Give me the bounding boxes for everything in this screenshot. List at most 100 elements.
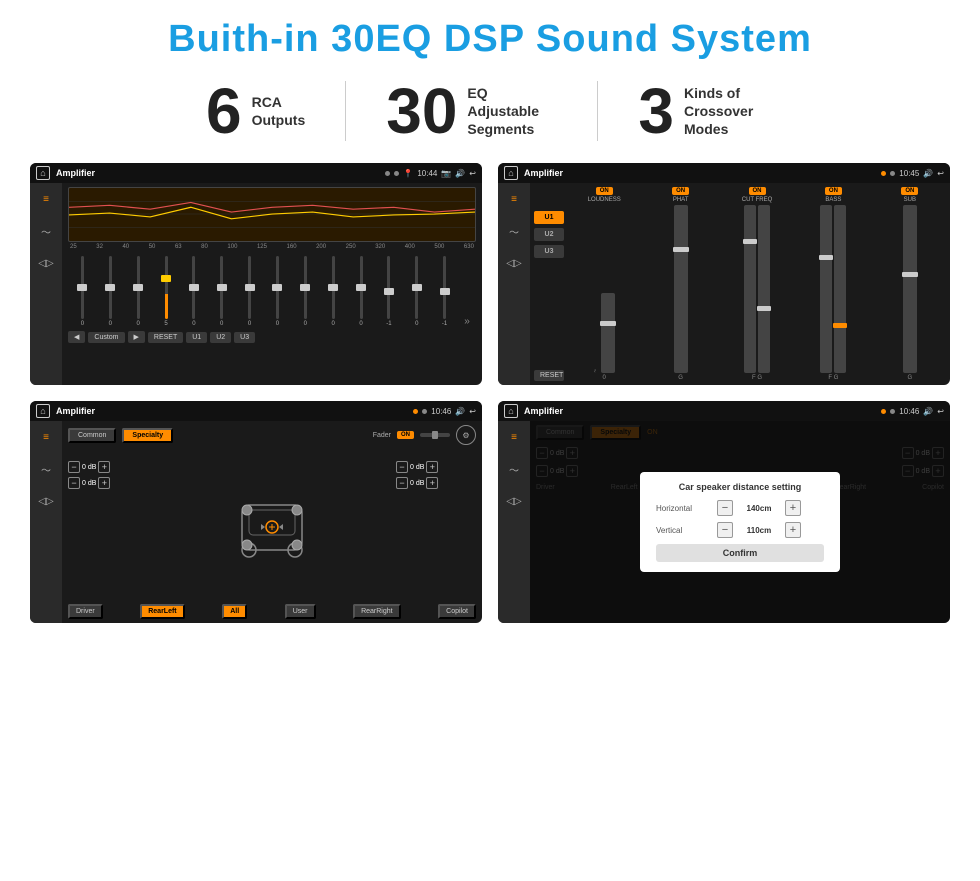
cross-sidebar-vol-icon[interactable]: ◁▷ bbox=[36, 491, 56, 511]
stat-crossover-text: Kinds ofCrossover Modes bbox=[684, 84, 774, 139]
user-btn[interactable]: User bbox=[285, 604, 316, 619]
spk-minus-1[interactable]: − bbox=[68, 461, 80, 473]
amp-dot2 bbox=[890, 171, 895, 176]
eq-u3-btn[interactable]: U3 bbox=[234, 332, 255, 343]
amp-reset-container: RESET bbox=[534, 368, 564, 381]
stat-rca: 6 RCAOutputs bbox=[166, 79, 345, 143]
amp-sub-label: SUB bbox=[904, 197, 916, 203]
amp-loudness-on[interactable]: ON bbox=[596, 187, 613, 195]
amp-bass-on[interactable]: ON bbox=[825, 187, 842, 195]
eq-time: 10:44 bbox=[417, 169, 437, 178]
screenshots-grid: ⌂ Amplifier 📍 10:44 📷 🔊 ↩ ≡ 〜 ◁▷ bbox=[30, 163, 950, 623]
cross-sidebar-eq-icon[interactable]: ≡ bbox=[36, 427, 56, 447]
cross-common-tab[interactable]: Common bbox=[68, 428, 116, 443]
cross-left-sidebar: ≡ 〜 ◁▷ bbox=[30, 421, 62, 623]
vertical-minus-btn[interactable]: − bbox=[717, 522, 733, 538]
amp-sidebar-vol-icon[interactable]: ◁▷ bbox=[504, 253, 524, 273]
dist-sidebar-eq-icon[interactable]: ≡ bbox=[504, 427, 524, 447]
cross-sidebar-wave-icon[interactable]: 〜 bbox=[36, 459, 56, 479]
amp-loudness-axis: ~ bbox=[593, 369, 599, 373]
eq-u1-btn[interactable]: U1 bbox=[186, 332, 207, 343]
horizontal-row: Horizontal − 140cm + bbox=[656, 500, 824, 516]
amp-status-icons: 10:45 🔊 ↩ bbox=[881, 169, 944, 178]
dist-left-sidebar: ≡ 〜 ◁▷ bbox=[498, 421, 530, 623]
dist-back-icon[interactable]: ↩ bbox=[937, 407, 944, 416]
amp-cutfreq-on[interactable]: ON bbox=[749, 187, 766, 195]
horizontal-plus-btn[interactable]: + bbox=[785, 500, 801, 516]
rearright-btn[interactable]: RearRight bbox=[353, 604, 401, 619]
amp-loudness-val: 0 bbox=[603, 375, 606, 381]
spk-minus-2[interactable]: − bbox=[68, 477, 80, 489]
spk-plus-4[interactable]: + bbox=[426, 477, 438, 489]
eq-sidebar-wave-icon[interactable]: 〜 bbox=[36, 221, 56, 241]
settings-icon[interactable]: ⚙ bbox=[456, 425, 476, 445]
cross-status-bar: ⌂ Amplifier 10:46 🔊 ↩ bbox=[30, 401, 482, 421]
eq-sidebar-vol-icon[interactable]: ◁▷ bbox=[36, 253, 56, 273]
eq-more-icon[interactable]: » bbox=[460, 316, 474, 327]
camera-icon: 📷 bbox=[441, 169, 451, 178]
amp-ch-loudness: ON LOUDNESS ~ 0 bbox=[568, 187, 640, 381]
eq-u2-btn[interactable]: U2 bbox=[210, 332, 231, 343]
left-controls: − 0 dB + − 0 dB + bbox=[68, 461, 148, 489]
eq-back-icon[interactable]: ↩ bbox=[469, 169, 476, 178]
amp-phat-label: PHAT bbox=[673, 197, 689, 203]
dist-home-icon[interactable]: ⌂ bbox=[504, 404, 518, 418]
all-btn[interactable]: All bbox=[222, 604, 247, 619]
cross-back-icon[interactable]: ↩ bbox=[469, 407, 476, 416]
eq-slider-1: 0 bbox=[70, 256, 95, 327]
dist-sidebar-wave-icon[interactable]: 〜 bbox=[504, 459, 524, 479]
cross-time: 10:46 bbox=[431, 407, 451, 416]
amp-cutfreq-label: CUT FREQ bbox=[742, 197, 773, 203]
horizontal-minus-btn[interactable]: − bbox=[717, 500, 733, 516]
amp-u2-btn[interactable]: U2 bbox=[534, 228, 564, 241]
dist-sidebar-vol-icon[interactable]: ◁▷ bbox=[504, 491, 524, 511]
dist-time: 10:46 bbox=[899, 407, 919, 416]
dist-status-icons: 10:46 🔊 ↩ bbox=[881, 407, 944, 416]
eq-sidebar-eq-icon[interactable]: ≡ bbox=[36, 189, 56, 209]
amp-back-icon[interactable]: ↩ bbox=[937, 169, 944, 178]
eq-reset-btn[interactable]: RESET bbox=[148, 332, 183, 343]
amp-phat-on[interactable]: ON bbox=[672, 187, 689, 195]
spk-val-3: 0 dB bbox=[410, 464, 424, 471]
amp-home-icon[interactable]: ⌂ bbox=[504, 166, 518, 180]
eq-next-btn[interactable]: ▶ bbox=[128, 331, 145, 343]
stat-eq: 30 EQ AdjustableSegments bbox=[346, 79, 597, 143]
eq-graph bbox=[68, 187, 476, 242]
eq-freq-labels: 253240 506380 100125160 200250320 400500… bbox=[68, 244, 476, 250]
copilot-btn[interactable]: Copilot bbox=[438, 604, 476, 619]
eq-prev-btn[interactable]: ◀ bbox=[68, 331, 85, 343]
amp-reset-btn[interactable]: RESET bbox=[534, 370, 564, 381]
amp-u1-btn[interactable]: U1 bbox=[534, 211, 564, 224]
driver-btn[interactable]: Driver bbox=[68, 604, 103, 619]
cross-vol-icon: 🔊 bbox=[455, 407, 465, 416]
spk-plus-1[interactable]: + bbox=[98, 461, 110, 473]
amp-ch-bass: ON BASS F G bbox=[797, 187, 869, 381]
amp-ch-cutfreq: ON CUT FREQ F G bbox=[721, 187, 793, 381]
cross-specialty-tab[interactable]: Specialty bbox=[122, 428, 173, 443]
modal-overlay: Car speaker distance setting Horizontal … bbox=[530, 421, 950, 623]
spk-minus-4[interactable]: − bbox=[396, 477, 408, 489]
amp-sidebar-eq-icon[interactable]: ≡ bbox=[504, 189, 524, 209]
vertical-plus-btn[interactable]: + bbox=[785, 522, 801, 538]
eq-preset-btn[interactable]: Custom bbox=[88, 332, 124, 343]
stat-eq-text: EQ AdjustableSegments bbox=[467, 84, 557, 139]
cross-home-icon[interactable]: ⌂ bbox=[36, 404, 50, 418]
rearleft-btn[interactable]: RearLeft bbox=[140, 604, 184, 619]
amp-sub-on[interactable]: ON bbox=[901, 187, 918, 195]
amp-loudness-label: LOUDNESS bbox=[588, 197, 621, 203]
cross-dot1 bbox=[413, 409, 418, 414]
amp-phat-val: G bbox=[678, 375, 683, 381]
eq-screen-content: ≡ 〜 ◁▷ bbox=[30, 183, 482, 385]
eq-slider-8: 0 bbox=[265, 256, 290, 327]
amp-screen: ⌂ Amplifier 10:45 🔊 ↩ ≡ 〜 ◁▷ bbox=[498, 163, 950, 385]
amp-sidebar-wave-icon[interactable]: 〜 bbox=[504, 221, 524, 241]
main-title: Buith-in 30EQ DSP Sound System bbox=[30, 18, 950, 61]
spk-plus-3[interactable]: + bbox=[426, 461, 438, 473]
home-icon[interactable]: ⌂ bbox=[36, 166, 50, 180]
stat-rca-text: RCAOutputs bbox=[252, 93, 306, 129]
confirm-button[interactable]: Confirm bbox=[656, 544, 824, 562]
spk-minus-3[interactable]: − bbox=[396, 461, 408, 473]
amp-u3-btn[interactable]: U3 bbox=[534, 245, 564, 258]
spk-plus-2[interactable]: + bbox=[98, 477, 110, 489]
fader-track[interactable] bbox=[420, 433, 450, 437]
